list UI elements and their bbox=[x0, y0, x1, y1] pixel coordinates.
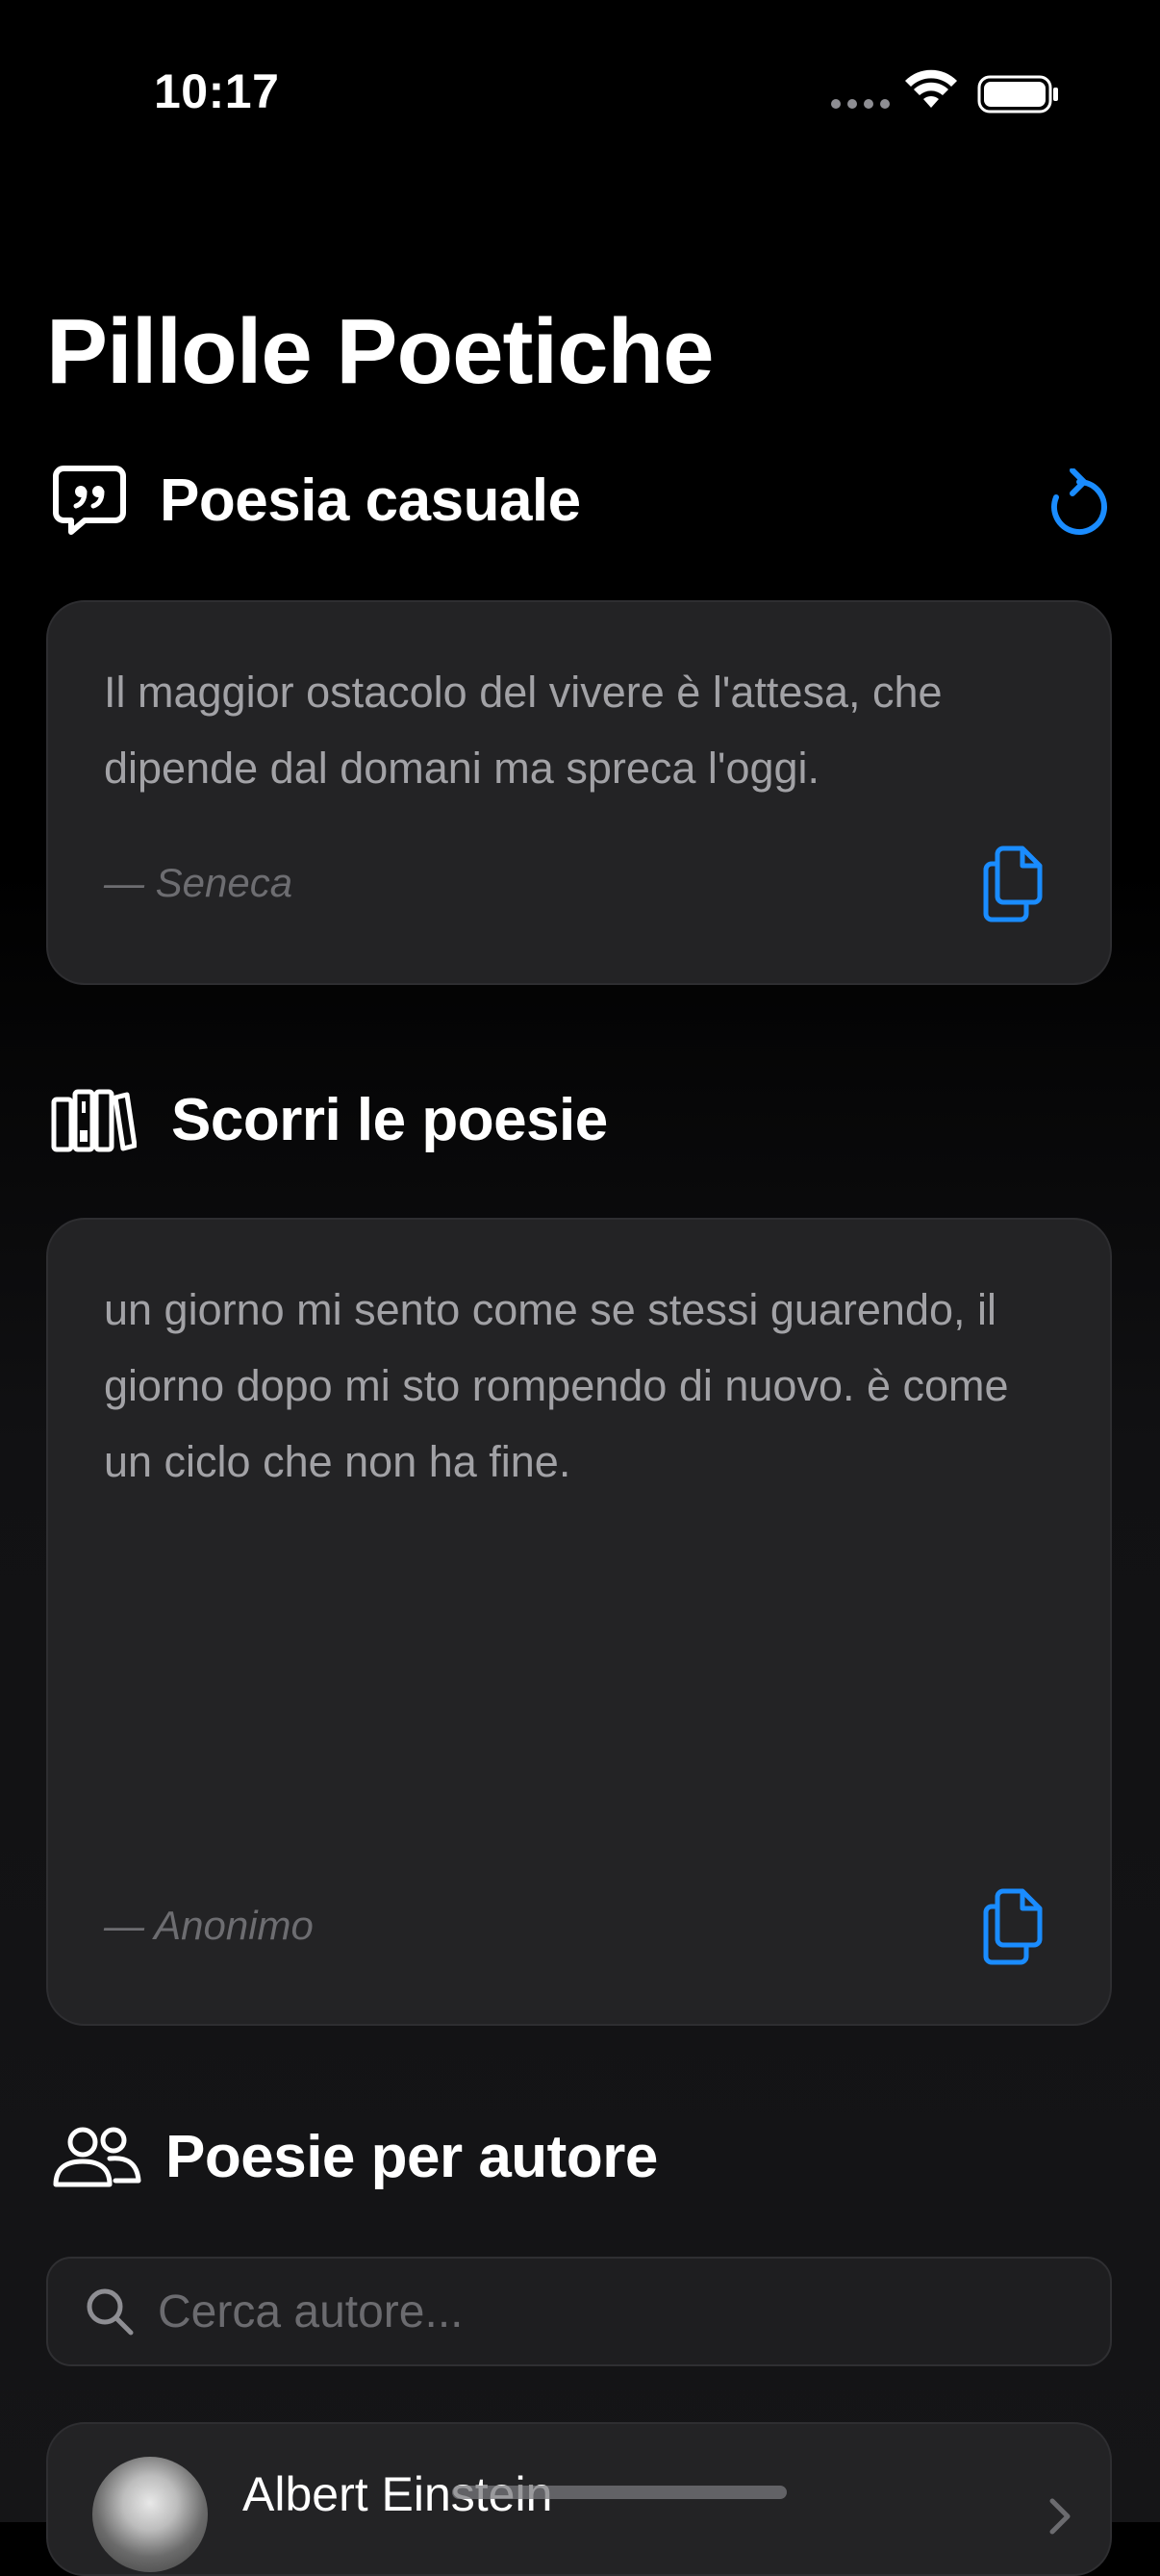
copy-icon bbox=[983, 1888, 1043, 1965]
chevron-right-icon bbox=[1049, 2498, 1071, 2535]
author-search-field[interactable] bbox=[46, 2257, 1112, 2366]
authors-header: Poesie per autore bbox=[50, 2116, 658, 2197]
page-title: Pillole Poetiche bbox=[46, 300, 715, 403]
books-icon bbox=[50, 1086, 137, 1153]
random-poem-text: Il maggior ostacolo del vivere è l'attes… bbox=[104, 668, 943, 793]
people-icon bbox=[50, 2125, 142, 2188]
random-poem-author: — Seneca bbox=[104, 860, 293, 905]
browse-poems-title: Scorri le poesie bbox=[171, 1086, 608, 1153]
copy-button[interactable] bbox=[973, 841, 1054, 927]
copy-icon bbox=[983, 846, 1043, 922]
refresh-button[interactable] bbox=[1045, 466, 1114, 543]
status-bar: 10:17 bbox=[0, 0, 1160, 144]
signal-dots-icon bbox=[831, 99, 890, 109]
refresh-icon bbox=[1051, 468, 1107, 535]
search-icon bbox=[85, 2286, 135, 2336]
author-list-item[interactable]: Albert Einstein bbox=[46, 2422, 1112, 2576]
battery-icon bbox=[977, 75, 1058, 114]
browse-poem-card[interactable]: un giorno mi sento come se stessi guaren… bbox=[46, 1218, 1112, 2026]
random-poem-title: Poesia casuale bbox=[160, 467, 581, 534]
author-search-input[interactable] bbox=[156, 2284, 1025, 2339]
quote-bubble-icon bbox=[50, 465, 129, 536]
random-poem-card: Il maggior ostacolo del vivere è l'attes… bbox=[46, 600, 1112, 985]
browse-poem-author: — Anonimo bbox=[104, 1903, 314, 1948]
wifi-icon bbox=[905, 69, 957, 108]
home-indicator[interactable] bbox=[452, 2486, 787, 2499]
browse-poems-header: Scorri le poesie bbox=[50, 1079, 608, 1160]
random-poem-header: Poesia casuale bbox=[50, 460, 581, 541]
avatar bbox=[92, 2457, 208, 2572]
authors-title: Poesie per autore bbox=[165, 2123, 658, 2190]
status-time: 10:17 bbox=[154, 64, 280, 118]
copy-button[interactable] bbox=[973, 1883, 1054, 1970]
browse-poem-text: un giorno mi sento come se stessi guaren… bbox=[104, 1285, 1009, 1486]
